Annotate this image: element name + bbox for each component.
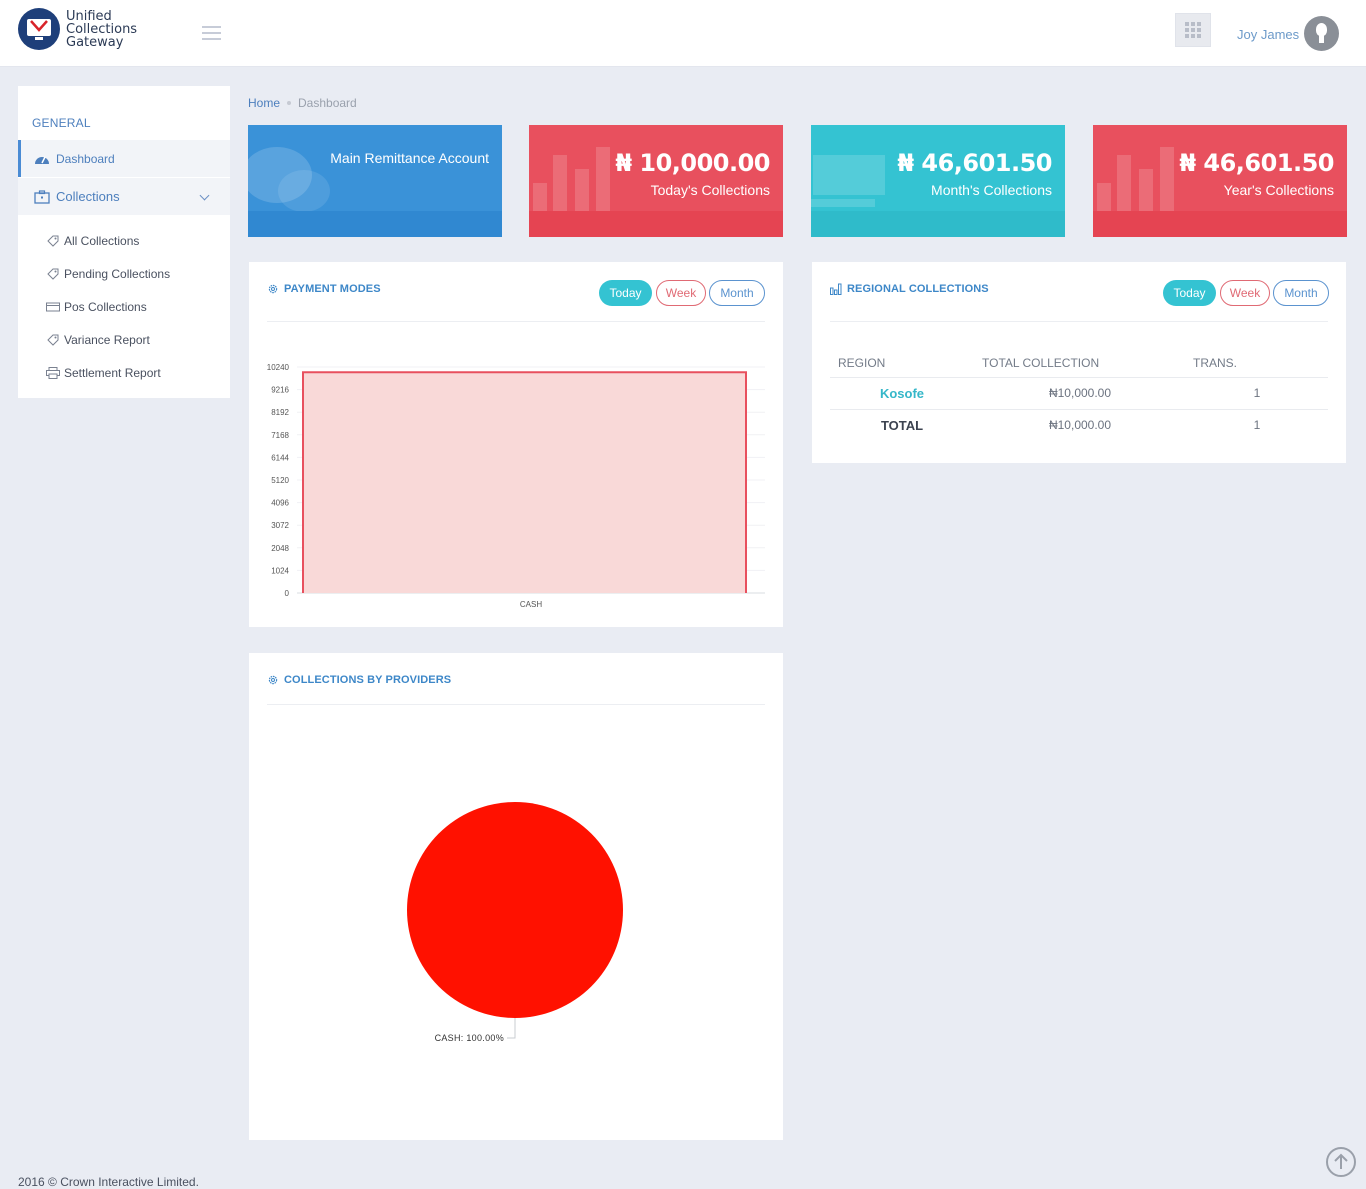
total-amount: ₦10,000.00: [1048, 418, 1112, 432]
breadcrumb-separator: [287, 101, 292, 105]
todays-collections-card[interactable]: ₦ 10,000.00 Today's Collections: [529, 125, 783, 237]
pie-label-leader: [507, 1018, 516, 1039]
apps-grid-button[interactable]: [1175, 13, 1211, 47]
region-name-link[interactable]: Kosofe: [812, 386, 992, 401]
breadcrumb-home-link[interactable]: Home: [248, 96, 280, 110]
tag-icon: [47, 235, 59, 247]
logo-icon: [18, 8, 60, 50]
column-header-region: REGION: [838, 356, 886, 370]
sub-item-label: Pos Collections: [64, 300, 147, 314]
logo-text: Unified Collections Gateway: [66, 10, 137, 49]
main-remittance-card[interactable]: Main Remittance Account: [248, 125, 502, 237]
y-tick-label: 6144: [271, 453, 289, 462]
bar-fill: [303, 372, 746, 593]
breadcrumb-current: Dashboard: [298, 96, 357, 110]
app-logo[interactable]: Unified Collections Gateway: [18, 8, 137, 50]
todays-collections-amount: ₦ 10,000.00: [615, 149, 770, 177]
region-trans: 1: [1253, 386, 1261, 400]
regional-collections-title: REGIONAL COLLECTIONS: [830, 283, 989, 295]
years-collections-amount: ₦ 46,601.50: [1179, 149, 1334, 177]
column-header-total-collection: TOTAL COLLECTION: [982, 356, 1100, 370]
scroll-to-top-button[interactable]: [1326, 1147, 1356, 1177]
chevron-down-icon: [199, 190, 210, 201]
top-bar: Unified Collections Gateway Joy James: [0, 0, 1366, 67]
sub-item-label: All Collections: [64, 234, 140, 248]
y-tick-label: 0: [285, 589, 290, 598]
grid-icon: [1185, 22, 1201, 38]
regional-today-button[interactable]: Today: [1163, 280, 1216, 306]
x-tick-label: CASH: [520, 600, 542, 609]
panel-title-text: REGIONAL COLLECTIONS: [847, 283, 989, 295]
y-tick-label: 1024: [271, 566, 289, 575]
months-collections-card[interactable]: ₦ 46,601.50 Month's Collections: [811, 125, 1065, 237]
sidebar-sub-item-all-collections[interactable]: All Collections: [46, 232, 139, 250]
total-trans: 1: [1253, 418, 1261, 432]
sub-item-label: Pending Collections: [64, 267, 171, 281]
logo-line-1: Unified: [66, 8, 112, 24]
sidebar-item-label: Dashboard: [56, 151, 115, 166]
sidebar-sub-item-variance-report[interactable]: Variance Report: [46, 331, 150, 349]
pie-slice: [407, 802, 623, 1018]
regional-week-button[interactable]: Week: [1220, 280, 1270, 306]
printer-icon: [46, 367, 60, 379]
sidebar-heading: GENERAL: [32, 116, 91, 130]
sub-item-label: Variance Report: [64, 333, 150, 347]
sidebar-sub-item-settlement-report[interactable]: Settlement Report: [46, 364, 161, 382]
logo-line-2: Collections: [66, 21, 138, 37]
sub-item-label: Settlement Report: [64, 366, 161, 380]
y-tick-label: 3072: [271, 521, 289, 530]
arrow-up-icon: [1334, 1153, 1348, 1169]
briefcase-icon: [34, 189, 50, 204]
total-label: TOTAL: [880, 418, 924, 433]
regional-month-button[interactable]: Month: [1273, 280, 1329, 306]
todays-collections-label: Today's Collections: [650, 182, 770, 198]
sidebar-sub-item-pos-collections[interactable]: Pos Collections: [46, 298, 147, 316]
y-tick-label: 9216: [271, 386, 289, 395]
bar-chart-icon: [830, 283, 842, 295]
user-avatar[interactable]: [1304, 16, 1339, 51]
payment-modes-chart: 0 1024 2048 3072 4096 5120 6144 7168 8192 9216 102…: [267, 363, 765, 609]
providers-pie-chart: CASH: 100.00%: [407, 802, 623, 1043]
card-title: Main Remittance Account: [330, 150, 489, 166]
months-collections-amount: ₦ 46,601.50: [897, 149, 1052, 177]
sidebar-item-label: Collections: [56, 189, 120, 204]
region-total: ₦10,000.00: [1048, 386, 1112, 400]
pie-slice-label: CASH: 100.00%: [435, 1033, 504, 1043]
sidebar-sub-item-pending-collections[interactable]: Pending Collections: [46, 265, 170, 283]
years-collections-label: Year's Collections: [1223, 182, 1334, 198]
dashboard-gauge-icon: [35, 156, 49, 164]
sidebar-item-dashboard[interactable]: Dashboard: [18, 140, 230, 177]
logo-line-3: Gateway: [66, 34, 124, 50]
y-tick-label: 5120: [271, 476, 289, 485]
column-header-trans: TRANS.: [1193, 356, 1238, 370]
card-icon: [46, 302, 60, 312]
regional-collections-panel: REGIONAL COLLECTIONS Today Week Month RE…: [812, 262, 1346, 463]
y-tick-label: 2048: [271, 544, 289, 553]
y-tick-label: 8192: [271, 408, 289, 417]
months-collections-label: Month's Collections: [931, 182, 1052, 198]
menu-toggle-icon[interactable]: [202, 26, 221, 44]
tag-icon: [47, 334, 59, 346]
y-tick-label: 10240: [267, 363, 290, 372]
y-tick-label: 7168: [271, 431, 289, 440]
collections-by-providers-panel: COLLECTIONS BY PROVIDERS CASH: 100.00%: [249, 653, 783, 1140]
sidebar-item-collections[interactable]: Collections: [18, 178, 230, 215]
tag-icon: [47, 268, 59, 280]
y-tick-label: 4096: [271, 499, 289, 508]
years-collections-card[interactable]: ₦ 46,601.50 Year's Collections: [1093, 125, 1347, 237]
payment-modes-panel: PAYMENT MODES Today Week Month 0 1024 2048…: [249, 262, 783, 627]
sidebar: GENERAL Dashboard Collections All Collec…: [18, 86, 230, 398]
user-name[interactable]: Joy James: [1237, 27, 1299, 42]
breadcrumb: Home Dashboard: [248, 96, 357, 110]
footer-copyright: 2016 © Crown Interactive Limited.: [18, 1175, 199, 1189]
